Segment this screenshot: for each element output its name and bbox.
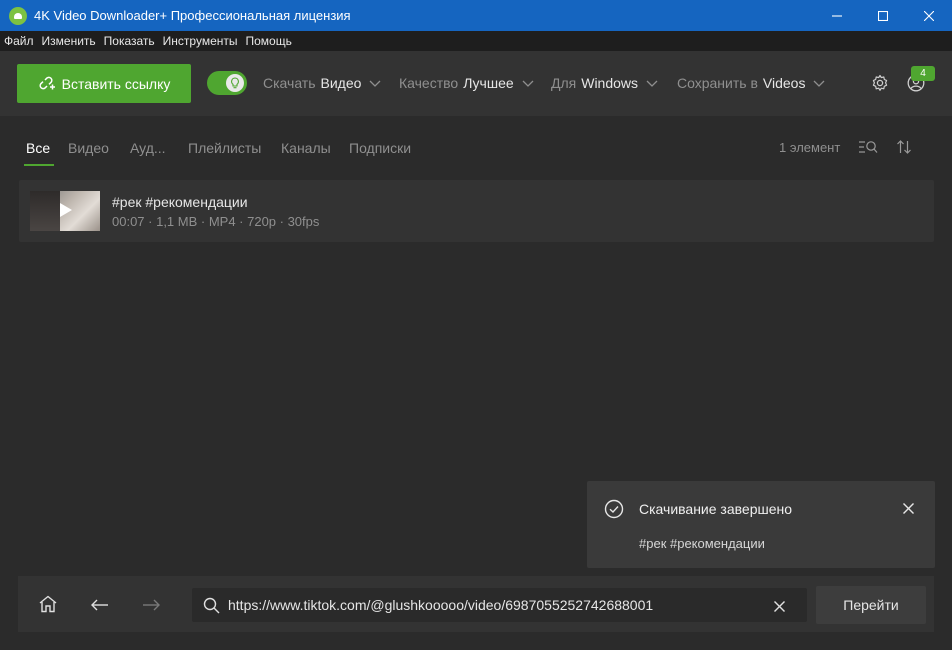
download-type-dropdown[interactable]: Скачать Видео (263, 75, 381, 91)
check-circle-icon (604, 499, 624, 519)
quality-label: Качество (399, 75, 459, 91)
search-list-button[interactable] (858, 139, 878, 160)
thumbnail-shade (30, 191, 60, 231)
minimize-button[interactable] (814, 0, 860, 31)
home-button[interactable] (38, 595, 58, 618)
platform-value: Windows (581, 75, 639, 91)
minimize-icon (832, 14, 842, 17)
title-bar: 4K Video Downloader+ Профессиональная ли… (0, 0, 952, 31)
item-title: #рек #рекомендации (112, 194, 248, 210)
search-icon (203, 597, 220, 614)
tab-playlists[interactable]: Плейлисты (188, 140, 261, 156)
smart-mode-toggle[interactable] (207, 71, 247, 95)
close-icon (924, 10, 934, 21)
save-location-label: Сохранить в (677, 75, 758, 91)
app-logo-icon (9, 6, 27, 25)
menu-help[interactable]: Помощь (246, 34, 292, 48)
menu-file[interactable]: Файл (4, 34, 34, 48)
close-icon (774, 601, 785, 612)
arrow-left-icon (91, 599, 108, 611)
go-button[interactable]: Перейти (816, 586, 926, 624)
item-count: 1 элемент (779, 140, 841, 155)
sort-icon (897, 140, 911, 154)
toast-title: Скачивание завершено (639, 501, 793, 517)
home-icon (39, 595, 57, 613)
chevron-down-icon (369, 80, 381, 87)
tab-audio[interactable]: Ауд... (130, 140, 166, 156)
chevron-down-icon (522, 80, 534, 87)
arrow-right-icon (143, 599, 160, 611)
window-controls (814, 0, 952, 31)
download-type-value: Видео (320, 75, 362, 91)
quality-dropdown[interactable]: Качество Лучшее (399, 75, 534, 91)
maximize-button[interactable] (860, 0, 906, 31)
gear-icon (872, 74, 888, 91)
chevron-down-icon (814, 80, 825, 87)
menu-view[interactable]: Показать (104, 34, 155, 48)
tab-video[interactable]: Видео (68, 140, 109, 156)
download-type-label: Скачать (263, 75, 316, 91)
back-button[interactable] (91, 598, 109, 616)
item-meta: 00:07 · 1,1 MB · MP4 · 720p · 30fps (112, 214, 320, 229)
menu-tools[interactable]: Инструменты (163, 34, 238, 48)
forward-button[interactable] (142, 598, 160, 616)
close-icon (903, 503, 914, 514)
chevron-down-icon (646, 80, 658, 87)
list-item[interactable]: #рек #рекомендации 00:07 · 1,1 MB · MP4 … (19, 180, 934, 242)
lightbulb-icon (231, 77, 239, 89)
play-icon (60, 203, 72, 217)
toolbar: Вставить ссылку Скачать Видео Качество Л… (0, 51, 952, 116)
toast-close-button[interactable] (903, 501, 914, 519)
notification-badge: 4 (911, 66, 935, 81)
close-window-button[interactable] (906, 0, 952, 31)
menu-bar: Файл Изменить Показать Инструменты Помощ… (0, 31, 952, 51)
paste-link-button[interactable]: Вставить ссылку (17, 64, 191, 103)
platform-label: Для (551, 75, 577, 91)
toggle-knob (226, 74, 244, 92)
maximize-icon (878, 10, 888, 21)
paste-link-icon (39, 76, 55, 89)
window-title: 4K Video Downloader+ Профессиональная ли… (34, 8, 351, 23)
active-tab-indicator (24, 164, 54, 166)
search-list-icon (859, 141, 878, 153)
video-thumbnail[interactable] (30, 191, 100, 231)
save-location-dropdown[interactable]: Сохранить в Videos (677, 75, 825, 91)
sort-button[interactable] (896, 139, 912, 160)
settings-button[interactable] (871, 74, 889, 97)
browser-bar: https://www.tiktok.com/@glushkooooo/vide… (18, 576, 934, 632)
tab-channels[interactable]: Каналы (281, 140, 331, 156)
url-text: https://www.tiktok.com/@glushkooooo/vide… (228, 597, 654, 613)
tab-all[interactable]: Все (26, 140, 50, 156)
toast-subtitle: #рек #рекомендации (639, 536, 765, 551)
tab-subscriptions[interactable]: Подписки (349, 140, 411, 156)
save-location-value: Videos (762, 75, 806, 91)
clear-url-button[interactable] (774, 599, 785, 617)
paste-link-label: Вставить ссылку (61, 75, 171, 92)
platform-dropdown[interactable]: Для Windows (551, 75, 658, 91)
menu-edit[interactable]: Изменить (42, 34, 96, 48)
quality-value: Лучшее (463, 75, 514, 91)
download-complete-toast: Скачивание завершено #рек #рекомендации (587, 481, 935, 568)
url-input[interactable]: https://www.tiktok.com/@glushkooooo/vide… (192, 588, 807, 622)
